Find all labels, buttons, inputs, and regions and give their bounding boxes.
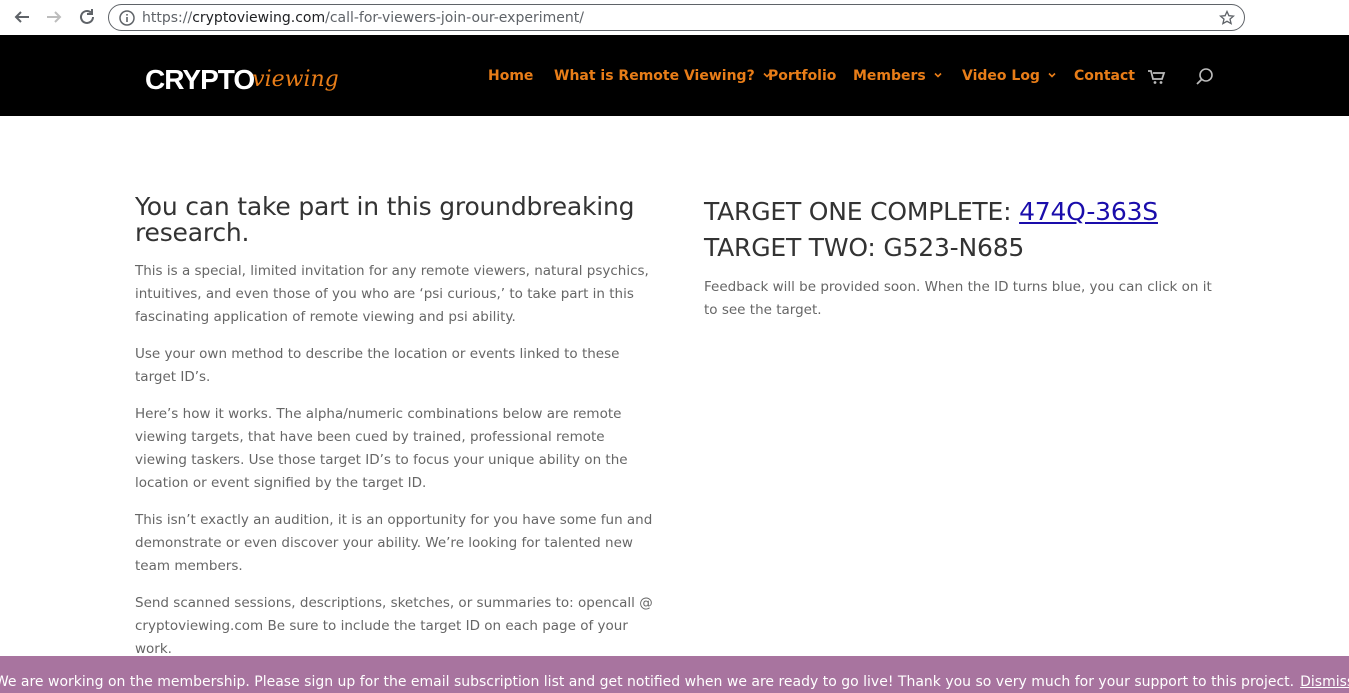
main-content: You can take part in this groundbreaking… <box>0 116 1349 658</box>
target-one: TARGET ONE COMPLETE: 474Q-363S <box>704 194 1224 230</box>
reload-button[interactable] <box>75 5 99 29</box>
paragraph-how-it-works: Here’s how it works. The alpha/numeric c… <box>135 406 628 491</box>
paragraph-send: Send scanned sessions, descriptions, ske… <box>135 595 653 657</box>
site-header: CRYPTO viewing Home What is Remote Viewi… <box>0 35 1349 116</box>
target-two-label: TARGET TWO: <box>704 233 884 262</box>
forward-button[interactable] <box>42 5 66 29</box>
cart-icon[interactable] <box>1147 67 1167 87</box>
main-menu: Home What is Remote Viewing? Portfolio M… <box>0 35 1349 116</box>
target-one-link[interactable]: 474Q-363S <box>1019 197 1158 226</box>
url-host: cryptoviewing.com <box>192 10 326 26</box>
paragraph-audition: This isn’t exactly an audition, it is an… <box>135 512 653 574</box>
left-column: You can take part in this groundbreaking… <box>135 194 655 675</box>
dismiss-link[interactable]: Dismiss <box>1300 673 1349 691</box>
menu-item-video-log[interactable]: Video Log <box>962 67 1056 85</box>
search-icon[interactable] <box>1195 67 1215 87</box>
menu-label: Members <box>853 68 926 84</box>
url-text[interactable]: https://cryptoviewing.com/call-for-viewe… <box>142 10 584 26</box>
menu-item-members[interactable]: Members <box>853 67 942 85</box>
url-path: /call-for-viewers-join-our-experiment/ <box>325 10 584 26</box>
feedback-text: Feedback will be provided soon. When the… <box>704 279 1212 318</box>
url-scheme: https:// <box>142 10 193 26</box>
back-arrow-icon <box>14 11 29 23</box>
right-column: TARGET ONE COMPLETE: 474Q-363S TARGET TW… <box>704 194 1224 336</box>
notice-text: We are working on the membership. Please… <box>0 674 1295 690</box>
menu-item-what-is-remote-viewing[interactable]: What is Remote Viewing? <box>554 67 771 85</box>
address-bar[interactable]: https://cryptoviewing.com/call-for-viewe… <box>108 4 1245 31</box>
menu-item-contact[interactable]: Contact <box>1074 67 1135 85</box>
notice-bar: We are working on the membership. Please… <box>0 656 1349 693</box>
page-headline: You can take part in this groundbreaking… <box>135 192 635 247</box>
browser-toolbar: https://cryptoviewing.com/call-for-viewe… <box>0 0 1349 35</box>
reload-icon <box>80 9 94 24</box>
info-icon[interactable] <box>119 10 135 26</box>
chevron-down-icon <box>1048 72 1056 78</box>
target-two-id: G523-N685 <box>883 233 1025 262</box>
forward-arrow-icon <box>47 11 62 23</box>
chevron-down-icon <box>934 72 942 78</box>
menu-label: Home <box>488 68 534 84</box>
menu-label: Contact <box>1074 68 1135 84</box>
bookmark-star-icon[interactable] <box>1219 10 1235 26</box>
menu-item-home[interactable]: Home <box>488 67 533 85</box>
menu-label: What is Remote Viewing? <box>554 68 755 84</box>
paragraph-method: Use your own method to describe the loca… <box>135 346 620 385</box>
target-two: TARGET TWO: G523-N685 <box>704 230 1224 266</box>
menu-item-portfolio[interactable]: Portfolio <box>768 67 836 85</box>
target-one-label: TARGET ONE COMPLETE: <box>704 197 1020 226</box>
back-button[interactable] <box>10 5 34 29</box>
paragraph-invitation: This is a special, limited invitation fo… <box>135 263 649 325</box>
menu-label: Portfolio <box>768 68 837 84</box>
menu-label: Video Log <box>962 68 1040 84</box>
